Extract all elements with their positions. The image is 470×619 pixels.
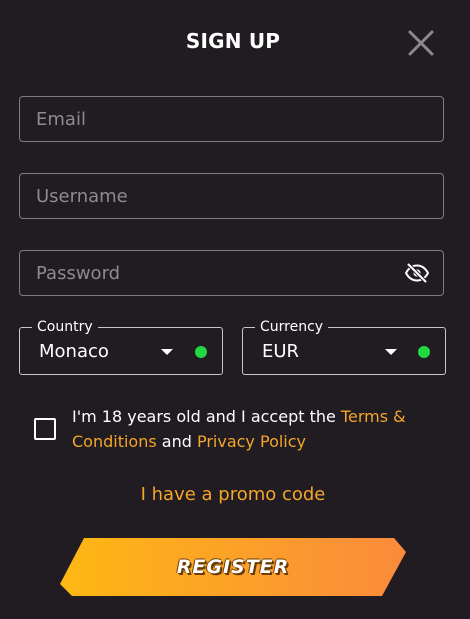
chevron-down-icon bbox=[385, 349, 397, 355]
currency-select[interactable]: Currency EUR bbox=[242, 318, 446, 375]
country-select[interactable]: Country Monaco bbox=[19, 318, 223, 375]
password-input[interactable] bbox=[20, 251, 443, 295]
valid-status-icon bbox=[418, 346, 430, 358]
terms-text: I'm 18 years old and I accept the Terms … bbox=[72, 404, 442, 454]
age-terms-checkbox[interactable] bbox=[34, 418, 56, 440]
register-label: REGISTER bbox=[176, 556, 290, 578]
email-field-box bbox=[19, 96, 444, 142]
register-button[interactable]: REGISTER bbox=[60, 538, 406, 596]
signup-modal: SIGN UP Country Monaco Currency EUR bbox=[0, 0, 470, 619]
modal-title: SIGN UP bbox=[185, 29, 281, 53]
password-field-box bbox=[19, 250, 444, 296]
email-input[interactable] bbox=[20, 97, 443, 141]
username-field-box bbox=[19, 173, 444, 219]
promo-code-link[interactable]: I have a promo code bbox=[0, 484, 466, 505]
country-label: Country bbox=[32, 318, 98, 336]
chevron-down-icon bbox=[161, 349, 173, 355]
eye-slash-icon[interactable] bbox=[404, 263, 430, 283]
terms-text-mid: and bbox=[156, 432, 197, 451]
valid-status-icon bbox=[195, 346, 207, 358]
privacy-policy-link[interactable]: Privacy Policy bbox=[197, 432, 306, 451]
country-value: Monaco bbox=[39, 341, 109, 362]
currency-value: EUR bbox=[262, 341, 300, 362]
username-input[interactable] bbox=[20, 174, 443, 218]
close-icon[interactable] bbox=[405, 27, 437, 59]
terms-text-prefix: I'm 18 years old and I accept the bbox=[72, 407, 341, 426]
currency-label: Currency bbox=[255, 318, 329, 336]
